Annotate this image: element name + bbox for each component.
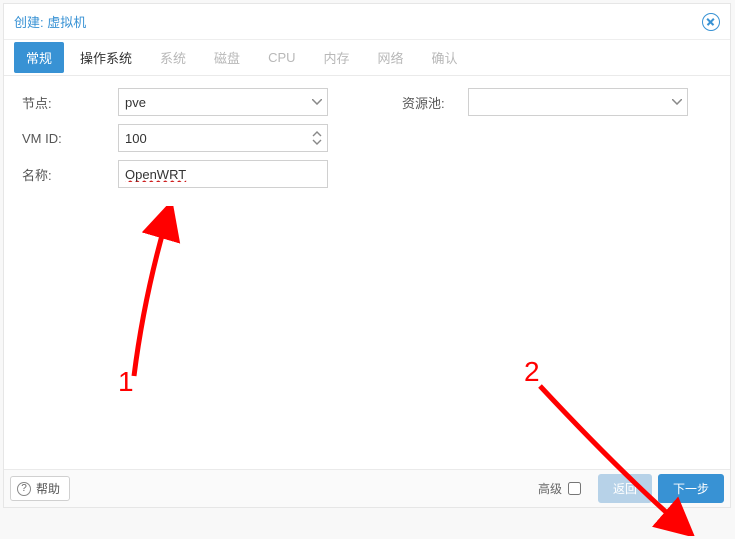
label-pool: 资源池: (398, 93, 468, 112)
pool-field-wrap (468, 88, 688, 116)
advanced-checkbox[interactable] (568, 482, 581, 495)
pool-select[interactable] (468, 88, 688, 116)
annotation-1: 1 (124, 206, 204, 386)
advanced-toggle[interactable]: 高级 (538, 479, 584, 498)
form-body: 节点: 资源池: VM (4, 76, 730, 469)
dialog-title: 创建: 虚拟机 (14, 12, 86, 31)
tab-network: 网络 (366, 42, 416, 73)
dialog-create-vm: 创建: 虚拟机 常规 操作系统 系统 磁盘 CPU 内存 网络 确认 节点: (3, 3, 731, 508)
back-button[interactable]: 返回 (598, 474, 652, 503)
tab-cpu: CPU (256, 44, 307, 71)
tab-strip: 常规 操作系统 系统 磁盘 CPU 内存 网络 确认 (4, 40, 730, 76)
node-field-wrap (118, 88, 328, 116)
label-name: 名称: (18, 165, 118, 184)
dialog-header: 创建: 虚拟机 (4, 4, 730, 40)
annotation-2-label: 2 (524, 356, 540, 388)
name-field-wrap (118, 160, 328, 188)
label-node: 节点: (18, 93, 118, 112)
tab-disks: 磁盘 (202, 42, 252, 73)
tab-confirm: 确认 (420, 42, 470, 73)
vmid-field-wrap (118, 124, 328, 152)
close-icon[interactable] (702, 13, 720, 31)
label-vmid: VM ID: (18, 131, 118, 146)
annotation-2: 2 (524, 356, 704, 536)
help-button[interactable]: ? 帮助 (10, 476, 70, 501)
tab-os[interactable]: 操作系统 (68, 42, 144, 73)
help-label: 帮助 (36, 480, 60, 497)
advanced-label: 高级 (538, 480, 562, 497)
node-select[interactable] (118, 88, 328, 116)
tab-system: 系统 (148, 42, 198, 73)
tab-general[interactable]: 常规 (14, 42, 64, 73)
next-button[interactable]: 下一步 (658, 474, 724, 503)
dialog-footer: ? 帮助 高级 返回 下一步 (4, 469, 730, 507)
tab-memory: 内存 (312, 42, 362, 73)
vmid-input[interactable] (118, 124, 328, 152)
annotation-1-label: 1 (118, 366, 134, 398)
help-icon: ? (17, 482, 31, 496)
name-input[interactable] (118, 160, 328, 188)
